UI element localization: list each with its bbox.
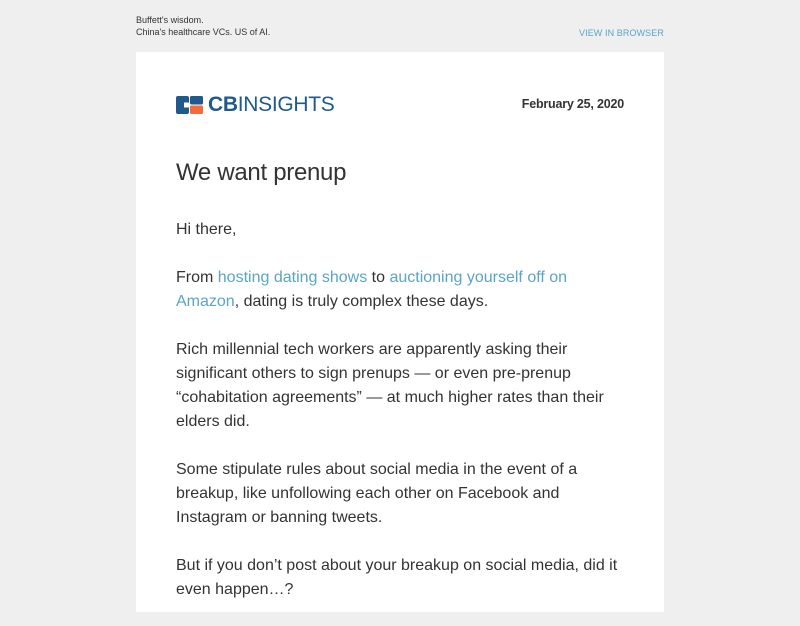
preheader-line-1: Buffett's wisdom.	[136, 15, 204, 25]
preheader-line-2: China's healthcare VCs. US of AI.	[136, 27, 271, 37]
paragraph-4: But if you don’t post about your breakup…	[176, 557, 618, 598]
email-header: CBINSIGHTS February 25, 2020	[176, 94, 624, 116]
article-body: Hi there, From hosting dating shows to a…	[176, 218, 626, 626]
paragraph-1: From hosting dating shows to auctioning …	[176, 266, 626, 314]
logo-insights-text: INSIGHTS	[237, 93, 335, 116]
paragraph-2: Rich millennial tech workers are apparen…	[176, 341, 604, 430]
paragraph-1-text-b: to	[367, 269, 390, 286]
preheader: Buffett's wisdom. China's healthcare VCs…	[136, 14, 664, 44]
cb-insights-logo[interactable]: CBINSIGHTS	[176, 94, 335, 116]
logo-wordmark: CBINSIGHTS	[208, 94, 335, 116]
email-card: CBINSIGHTS February 25, 2020 We want pre…	[136, 52, 664, 612]
preheader-summary: Buffett's wisdom. China's healthcare VCs…	[136, 14, 270, 38]
view-in-browser-link[interactable]: VIEW IN BROWSER	[579, 27, 664, 39]
cb-insights-logo-icon	[176, 96, 203, 114]
paragraph-1-text-c: , dating is truly complex these days.	[234, 293, 489, 310]
issue-date: February 25, 2020	[521, 97, 624, 111]
paragraph-1-text-a: From	[176, 269, 218, 286]
logo-cb-text: CB	[208, 93, 238, 116]
paragraph-3: Some stipulate rules about social media …	[176, 461, 578, 526]
greeting: Hi there,	[176, 221, 237, 238]
article-title: We want prenup	[176, 159, 347, 186]
hosting-dating-shows-link[interactable]: hosting dating shows	[218, 269, 367, 286]
